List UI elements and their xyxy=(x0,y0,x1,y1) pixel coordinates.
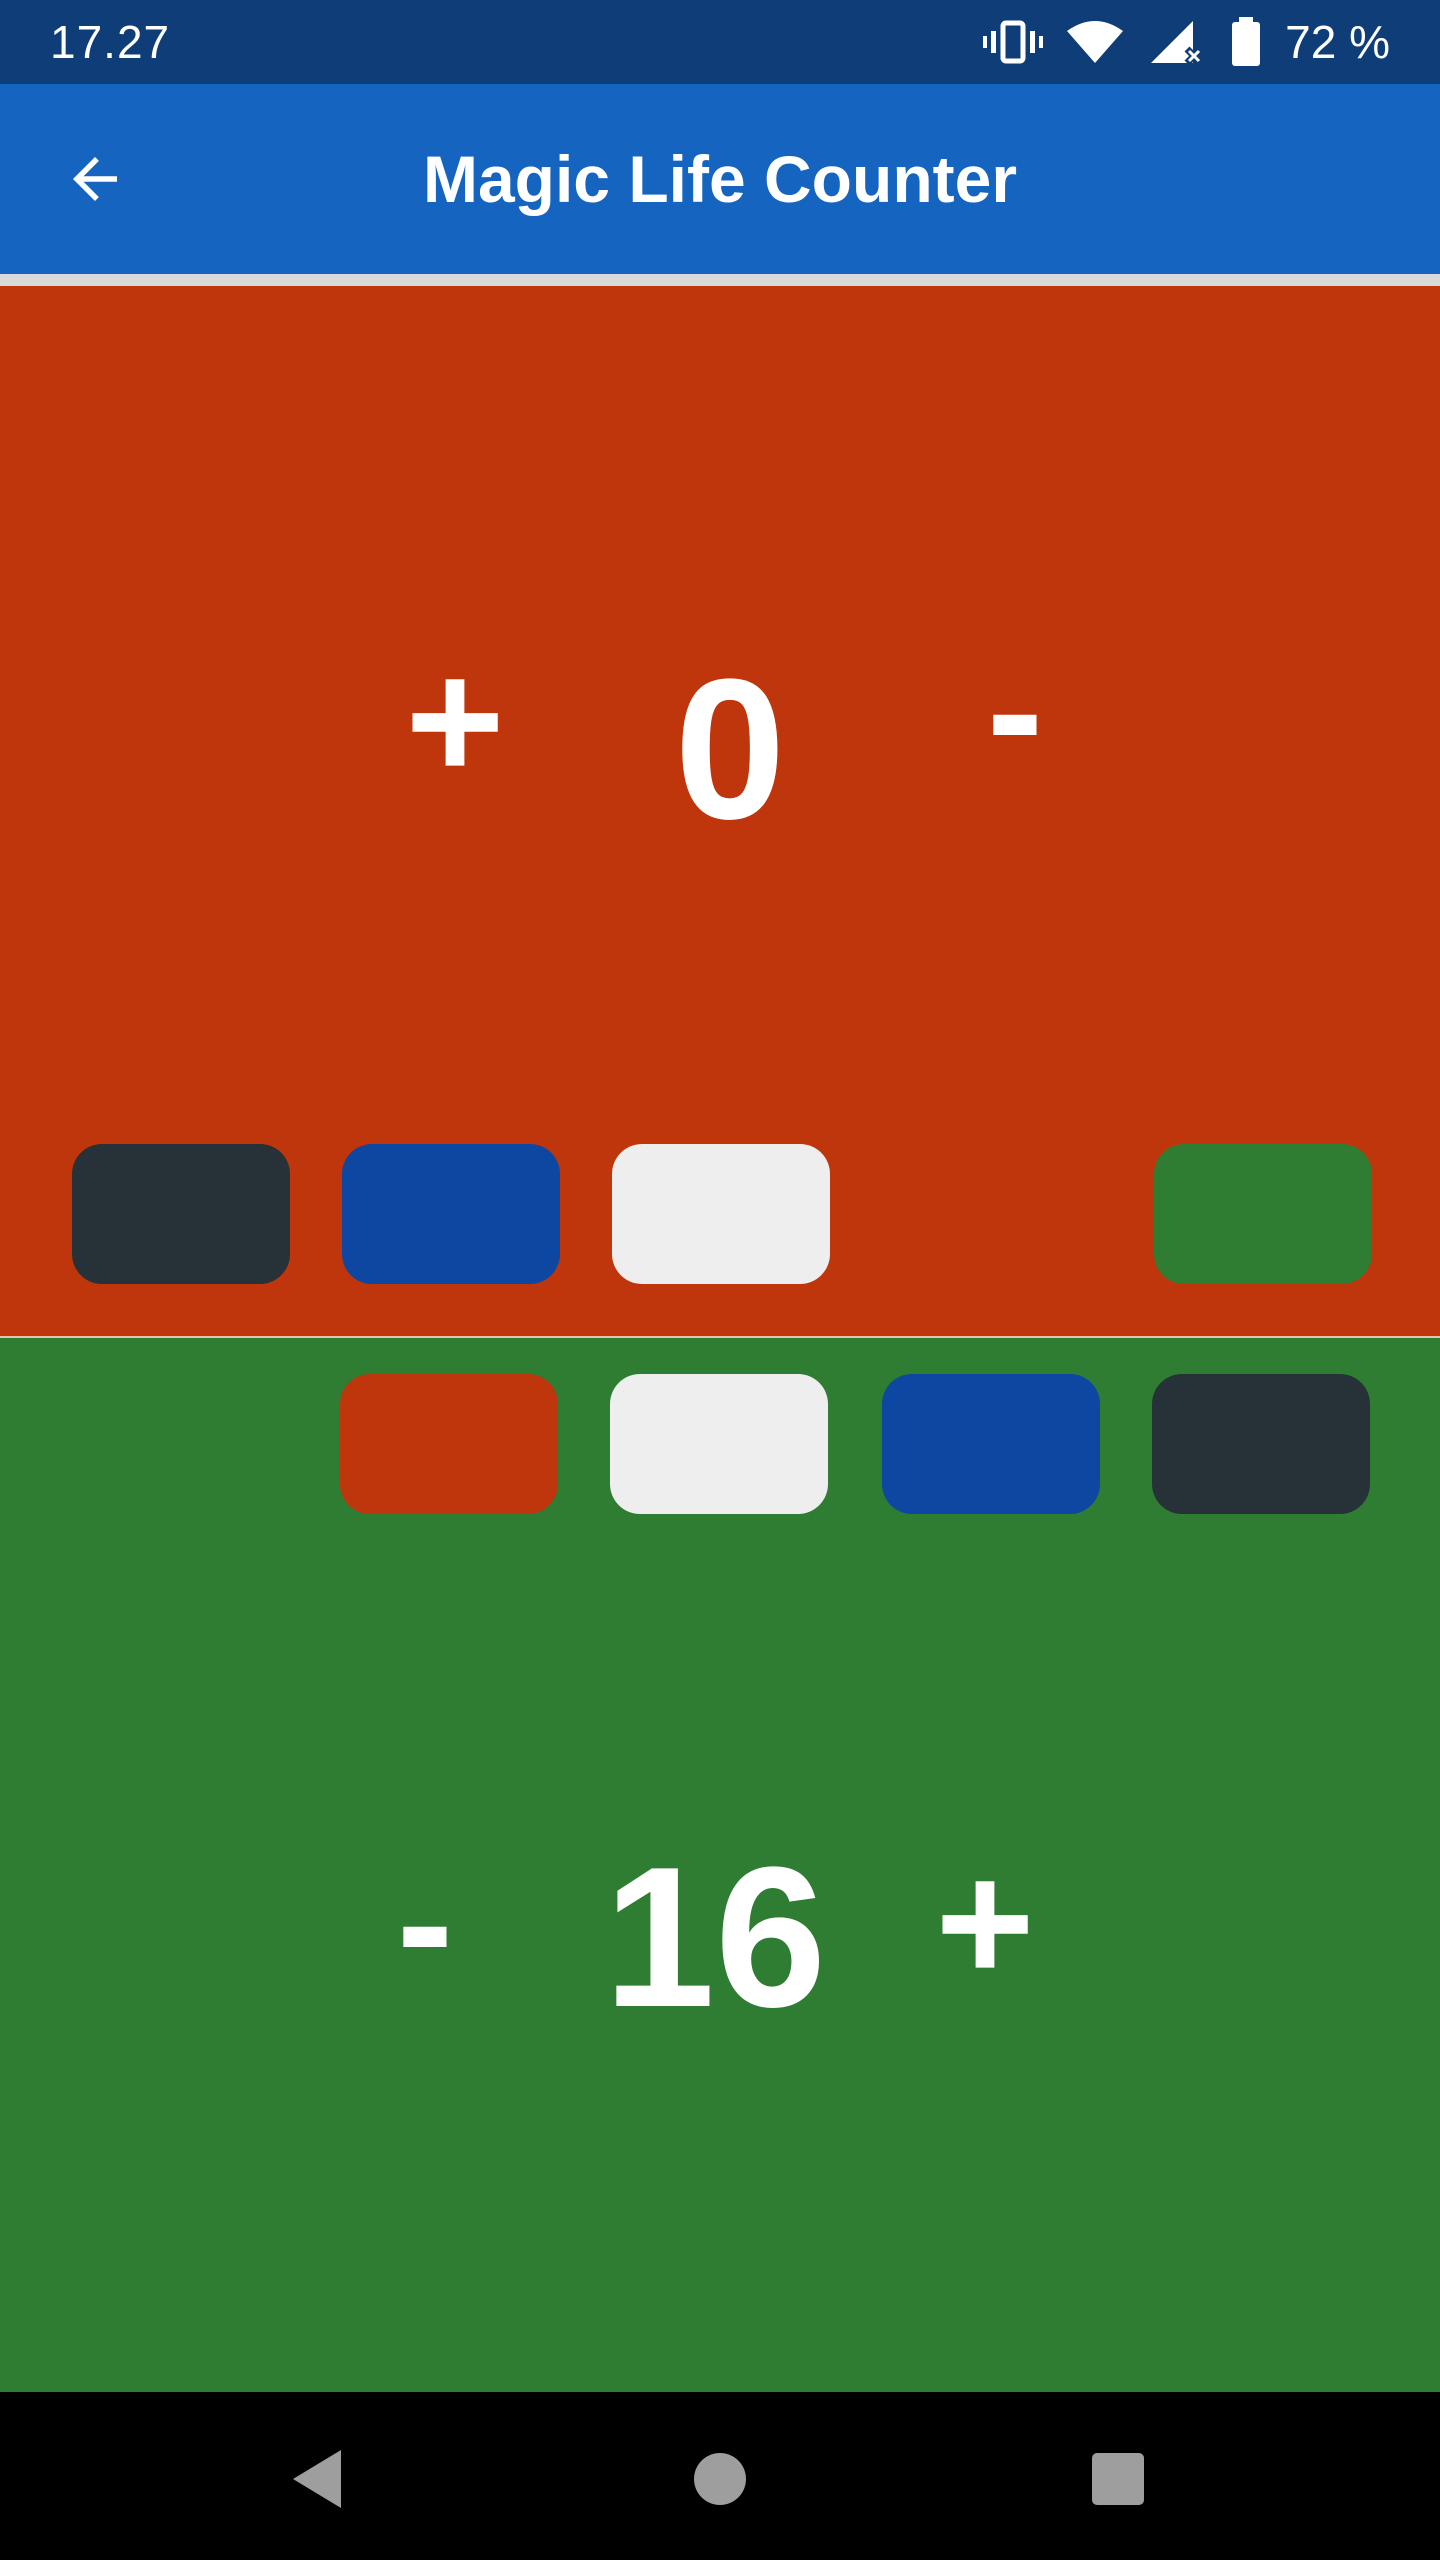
player-bottom-swatch-blue[interactable] xyxy=(882,1374,1100,1514)
player-top-panel: + 0 - xyxy=(0,286,1440,1336)
player-bottom-life-total: 16 xyxy=(603,1826,827,2049)
status-bar: 17.27 72 % xyxy=(0,0,1440,84)
player-top-swatch-blue[interactable] xyxy=(342,1144,560,1284)
status-time: 17.27 xyxy=(50,16,171,68)
nav-back-button[interactable] xyxy=(272,2434,362,2524)
status-icons: 72 % xyxy=(983,15,1390,69)
player-top-swatch-white[interactable] xyxy=(612,1144,830,1284)
player-top-life-total: 0 xyxy=(674,638,786,861)
player-bottom-panel: - 16 + xyxy=(0,1338,1440,2392)
player-bottom-minus-button[interactable]: - xyxy=(350,1838,500,2008)
signal-icon xyxy=(1151,21,1204,66)
wifi-icon xyxy=(1067,21,1124,63)
arrow-back-icon xyxy=(73,157,117,201)
player-top-plus-button[interactable]: + xyxy=(380,636,530,806)
system-nav-bar xyxy=(0,2392,1440,2560)
nav-home-button[interactable] xyxy=(675,2434,765,2524)
back-button[interactable] xyxy=(40,124,150,234)
player-bottom-swatch-white[interactable] xyxy=(610,1374,828,1514)
player-top-swatch-black[interactable] xyxy=(72,1144,290,1284)
player-bottom-plus-button[interactable]: + xyxy=(910,1838,1060,2008)
app-title: Magic Life Counter xyxy=(422,142,1018,216)
vibrate-icon xyxy=(983,20,1044,64)
app-bar: Magic Life Counter xyxy=(0,84,1440,274)
back-triangle-icon xyxy=(293,2450,341,2508)
home-circle-icon xyxy=(694,2453,746,2505)
player-bottom-swatch-black[interactable] xyxy=(1152,1374,1370,1514)
player-bottom-swatch-red[interactable] xyxy=(340,1374,558,1514)
recents-square-icon xyxy=(1092,2453,1144,2505)
battery-percent: 72 % xyxy=(1285,16,1390,68)
app-bar-divider xyxy=(0,274,1440,286)
battery-icon xyxy=(1232,17,1261,66)
player-top-minus-button[interactable]: - xyxy=(940,626,1090,796)
nav-recents-button[interactable] xyxy=(1073,2434,1163,2524)
player-top-swatch-green[interactable] xyxy=(1154,1144,1372,1284)
